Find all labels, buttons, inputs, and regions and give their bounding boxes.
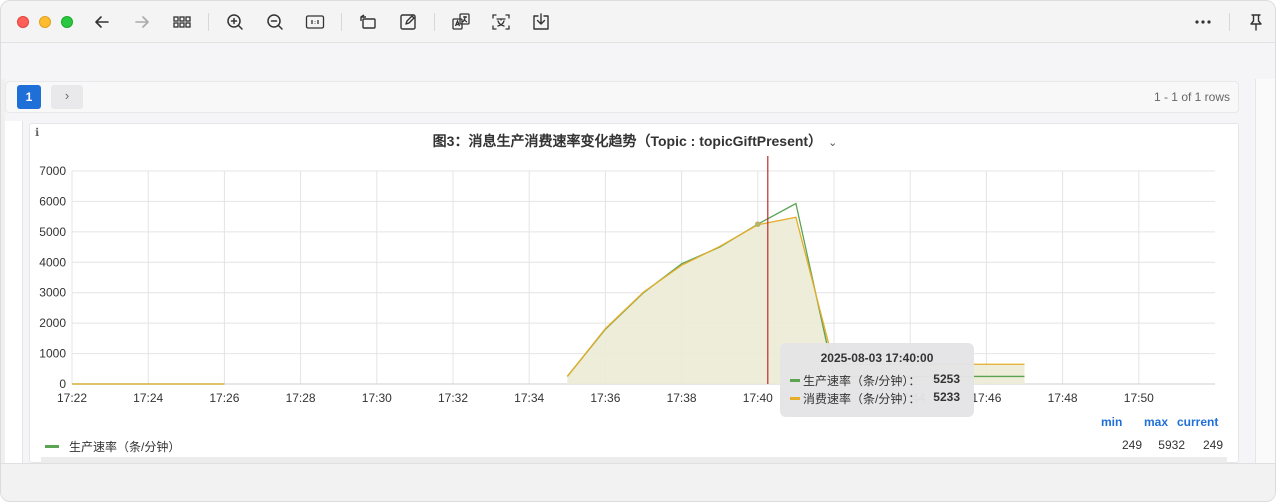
y-tick-label: 7000 xyxy=(39,164,66,178)
x-tick-label: 17:28 xyxy=(286,391,316,405)
translate-icon[interactable] xyxy=(451,12,471,32)
toolbar-divider xyxy=(208,13,209,31)
hover-point xyxy=(755,221,761,227)
tooltip-time: 2025-08-03 17:40:00 xyxy=(820,351,934,365)
y-tick-label: 0 xyxy=(59,377,66,391)
scrollbar[interactable] xyxy=(1255,79,1275,463)
x-tick-label: 17:36 xyxy=(590,391,620,405)
legend-header-max[interactable]: max xyxy=(1144,415,1168,429)
app-window: 1 › 1 - 1 of 1 rows ℹ 图3：消息生产消费速率变化趋势（To… xyxy=(0,0,1276,502)
tooltip-value: 5233 xyxy=(933,390,960,404)
y-tick-label: 4000 xyxy=(39,255,66,269)
rotate-icon[interactable] xyxy=(358,12,378,32)
tooltip-value: 5253 xyxy=(933,372,960,386)
close-window-button[interactable] xyxy=(17,16,29,28)
x-tick-label: 17:26 xyxy=(209,391,239,405)
bottom-bar xyxy=(1,463,1275,501)
x-tick-label: 17:24 xyxy=(133,391,163,405)
legend-header-min[interactable]: min xyxy=(1101,415,1122,429)
x-tick-label: 17:40 xyxy=(743,391,773,405)
legend-max-value: 5932 xyxy=(1158,438,1185,452)
grid-view-icon[interactable] xyxy=(172,12,192,32)
x-tick-label: 17:48 xyxy=(1048,391,1078,405)
zoom-window-button[interactable] xyxy=(61,16,73,28)
forward-arrow-icon[interactable] xyxy=(132,12,152,32)
tooltip-label: 生产速率（条/分钟）： xyxy=(803,374,921,388)
legend-header-current[interactable]: current xyxy=(1177,415,1218,429)
minimize-window-button[interactable] xyxy=(39,16,51,28)
x-tick-label: 17:30 xyxy=(362,391,392,405)
side-panel xyxy=(5,121,23,463)
y-tick-label: 3000 xyxy=(39,286,66,300)
x-tick-label: 17:38 xyxy=(667,391,697,405)
y-tick-label: 6000 xyxy=(39,194,66,208)
y-tick-label: 1000 xyxy=(39,347,66,361)
y-tick-label: 2000 xyxy=(39,316,66,330)
legend-current-value: 249 xyxy=(1202,438,1223,452)
text-recognition-icon[interactable] xyxy=(491,12,511,32)
more-options-icon[interactable] xyxy=(1193,12,1213,32)
x-tick-label: 17:46 xyxy=(971,391,1001,405)
toolbar xyxy=(1,1,1275,43)
zoom-out-icon[interactable] xyxy=(265,12,285,32)
trend-chart[interactable]: 0 1000 2000 3000 4000 5000 6000 7000 17:22 17:24 1… xyxy=(29,85,1229,411)
x-tick-label: 17:34 xyxy=(514,391,544,405)
pin-icon[interactable] xyxy=(1246,12,1266,32)
produce-swatch xyxy=(790,379,800,382)
x-tick-label: 17:22 xyxy=(57,391,87,405)
tooltip-label: 消费速率（条/分钟）： xyxy=(803,392,921,406)
zoom-in-icon[interactable] xyxy=(225,12,245,32)
toolbar-divider xyxy=(341,13,342,31)
chart-tooltip: 2025-08-03 17:40:00 生产速率（条/分钟）： 5253 消费速… xyxy=(780,343,974,417)
x-tick-label: 17:32 xyxy=(438,391,468,405)
legend-swatch xyxy=(45,445,59,448)
back-arrow-icon[interactable] xyxy=(92,12,112,32)
legend-label: 生产速率（条/分钟） xyxy=(69,440,181,454)
document-view: 1 › 1 - 1 of 1 rows ℹ 图3：消息生产消费速率变化趋势（To… xyxy=(1,43,1275,463)
consume-swatch xyxy=(790,397,800,400)
x-tick-label: 17:50 xyxy=(1124,391,1154,405)
edit-icon[interactable] xyxy=(398,12,418,32)
tooltip-row-produce: 生产速率（条/分钟）： 5253 xyxy=(790,372,966,388)
y-tick-label: 5000 xyxy=(39,225,66,239)
tooltip-row-consume: 消费速率（条/分钟）： 5233 xyxy=(790,390,966,406)
save-download-icon[interactable] xyxy=(531,12,551,32)
legend-min-value: 249 xyxy=(1121,438,1142,452)
toolbar-divider xyxy=(1229,13,1230,31)
legend-item-produce[interactable]: 生产速率（条/分钟） 249 5932 249 xyxy=(41,435,1227,455)
toolbar-divider xyxy=(434,13,435,31)
actual-size-icon[interactable] xyxy=(305,12,325,32)
